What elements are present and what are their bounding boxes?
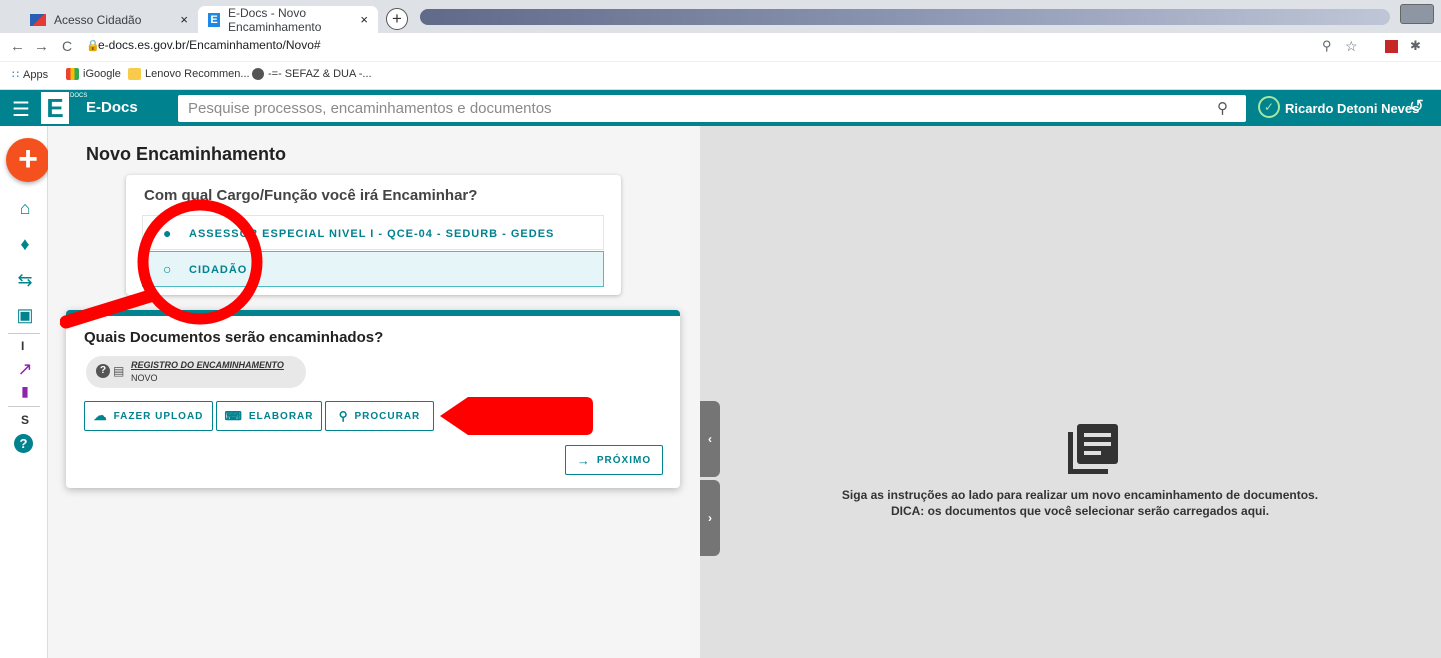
bar-chart-icon[interactable]: ▮ [14,383,36,400]
close-icon[interactable]: × [180,12,188,27]
tab-title: Acesso Cidadão [54,12,142,27]
edocs-favicon: E [208,12,221,27]
page-title: Novo Encaminhamento [86,144,287,164]
bookmark-apps[interactable]: ∷ Apps [12,68,48,82]
hint-line-1: Siga as instruções ao lado para realizar… [841,488,1319,502]
tab-title: E-Docs - Novo Encaminhamento [228,5,322,34]
browser-tab-edocs[interactable]: E E-Docs - Novo Encaminhamento × [198,5,378,34]
document-icon[interactable]: ▣ [14,305,36,326]
puzzle-icon[interactable]: ✱ [1410,38,1421,54]
apps-grid-icon: ∷ [12,69,19,81]
logo-sub: DOCS [70,93,87,100]
keyboard-icon: ⌨ [224,409,243,423]
upload-button[interactable]: ☁ FAZER UPLOAD [84,401,213,431]
close-icon[interactable]: × [360,12,368,27]
home-icon[interactable]: ⌂ [14,198,36,219]
collapse-left-button[interactable]: ‹ [700,401,720,477]
search-icon[interactable]: ⚲ [1217,99,1228,117]
right-panel [700,126,1441,658]
document-icon: ▤ [113,364,125,378]
library-books-icon [1068,424,1118,474]
forward-icon[interactable]: → [34,38,49,55]
chip-subtitle: NOVO [131,373,158,383]
tags-icon[interactable]: ♦ [14,234,36,255]
verified-shield-icon: ✓ [1258,96,1280,118]
bookmark-igoogle[interactable]: iGoogle [66,68,121,80]
star-icon[interactable]: ☆ [1345,38,1358,55]
trend-chart-icon[interactable]: ↗ [14,359,36,380]
next-button[interactable]: → PRÓXIMO [565,445,663,475]
site-favicon [30,13,46,26]
help-icon[interactable]: ? [14,434,33,453]
sidebar-section-label: S [21,413,30,427]
back-icon[interactable]: ← [10,38,25,55]
url-text[interactable]: e-docs.es.gov.br/Encaminhamento/Novo# [98,38,321,52]
browser-tab-acesso[interactable]: Acesso Cidadão × [20,6,198,33]
chip-title[interactable]: REGISTRO DO ENCAMINHAMENTO [131,360,284,370]
reload-icon[interactable]: C [62,38,72,54]
cloud-upload-icon: ☁ [93,408,108,423]
search-box [178,95,1246,122]
red-arrow-annotation [440,397,593,435]
app-title[interactable]: E-Docs [86,99,138,116]
elaborar-button[interactable]: ⌨ ELABORAR [216,401,322,431]
search-icon: ⚲ [338,409,349,423]
history-icon[interactable]: ↺ [1409,96,1424,117]
transfer-icon[interactable]: ⇆ [14,270,36,291]
add-fab-button[interactable]: + [6,138,50,182]
magnifier-annotation [60,199,263,329]
procurar-button[interactable]: ⚲ PROCURAR [325,401,434,431]
expand-right-button[interactable]: › [700,480,720,556]
hint-line-2: DICA: os documentos que você selecionar … [890,504,1270,518]
user-name[interactable]: Ricardo Detoni Neves [1285,101,1419,116]
sidebar-divider [8,333,40,334]
bookmark-lenovo[interactable]: Lenovo Recommen... [128,68,250,80]
igoogle-icon [66,68,79,80]
sidebar-divider [8,406,40,407]
bookmark-sefaz[interactable]: -=- SEFAZ & DUA -... [252,68,372,80]
blurred-tabs [420,9,1390,25]
search-input[interactable] [178,95,1198,122]
sidebar-section-label: I [21,339,25,353]
arrow-right-icon: → [576,452,591,468]
folder-icon [128,68,141,80]
question-icon[interactable]: ? [96,364,110,378]
window-control-button[interactable] [1400,4,1434,24]
globe-icon [252,68,264,80]
pdf-extension-icon[interactable] [1385,40,1398,53]
new-tab-button[interactable]: + [386,8,408,30]
menu-icon[interactable]: ☰ [12,97,30,122]
zoom-icon[interactable]: ⚲ [1322,38,1332,54]
edocs-logo: E [41,92,69,124]
